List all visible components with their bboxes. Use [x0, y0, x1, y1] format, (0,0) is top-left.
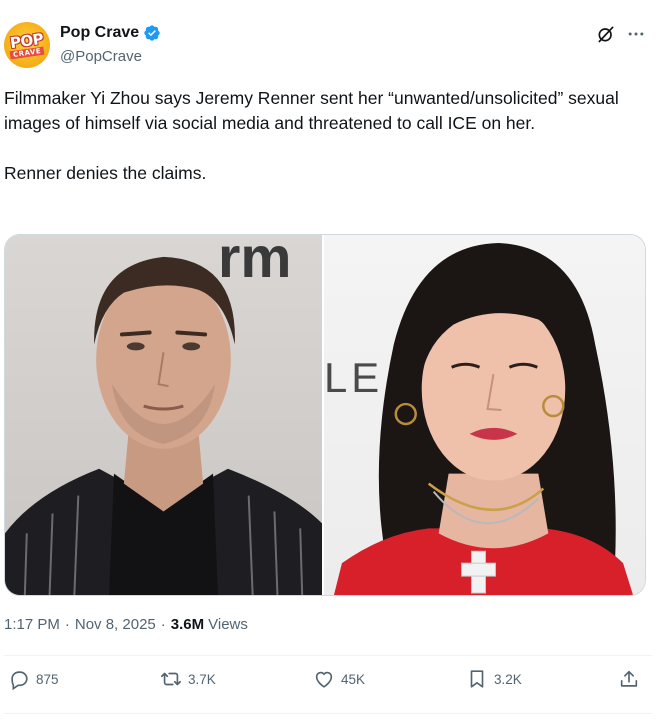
heart-icon — [315, 671, 333, 688]
like-button[interactable]: 45K — [313, 668, 365, 690]
tweet-meta: 1:17 PM · Nov 8, 2025 · 3.6M Views — [4, 616, 248, 633]
photo-left-illustration: rm — [5, 235, 322, 595]
photo-yi-zhou[interactable]: LE — [324, 235, 645, 595]
tweet-time[interactable]: 1:17 PM — [4, 616, 60, 633]
avatar[interactable]: POP CRAVE — [4, 22, 50, 68]
reply-count: 875 — [36, 671, 59, 687]
bookmark-count: 3.2K — [494, 671, 522, 687]
reply-icon — [11, 671, 28, 690]
divider — [4, 713, 652, 714]
photo-jeremy-renner[interactable]: rm — [5, 235, 324, 595]
photo-right-illustration: LE — [324, 242, 634, 595]
divider — [4, 655, 652, 656]
bookmark-button[interactable]: 3.2K — [466, 668, 522, 690]
tweet-header: POP CRAVE Pop Crave @PopCrave — [0, 0, 660, 80]
grok-icon[interactable] — [596, 24, 616, 44]
meta-separator: · — [160, 616, 166, 633]
author-handle[interactable]: @PopCrave — [60, 48, 142, 65]
views-count: 3.6M — [170, 616, 205, 633]
share-icon — [620, 670, 638, 687]
reply-button[interactable]: 875 — [8, 668, 59, 690]
author-name-row[interactable]: Pop Crave — [60, 24, 161, 42]
retweet-button[interactable]: 3.7K — [160, 668, 216, 690]
like-count: 45K — [341, 671, 366, 687]
tweet-media[interactable]: rm LE — [4, 234, 646, 596]
meta-separator: · — [64, 616, 70, 633]
left-backdrop-text: rm — [218, 235, 291, 290]
tweet-date[interactable]: Nov 8, 2025 — [75, 616, 156, 633]
tweet-text: Filmmaker Yi Zhou says Jeremy Renner sen… — [4, 88, 619, 183]
right-backdrop-text: LE — [324, 354, 383, 401]
action-bar: 875 3.7K 45K 3.2K — [0, 668, 660, 700]
author-display-name[interactable]: Pop Crave — [60, 24, 139, 42]
bookmark-icon — [470, 670, 484, 688]
verified-badge-icon — [144, 25, 160, 41]
views-label: Views — [208, 616, 248, 633]
share-button[interactable] — [618, 668, 640, 690]
retweet-count: 3.7K — [188, 671, 216, 687]
retweet-icon — [161, 672, 181, 686]
more-options-icon[interactable] — [626, 24, 646, 44]
